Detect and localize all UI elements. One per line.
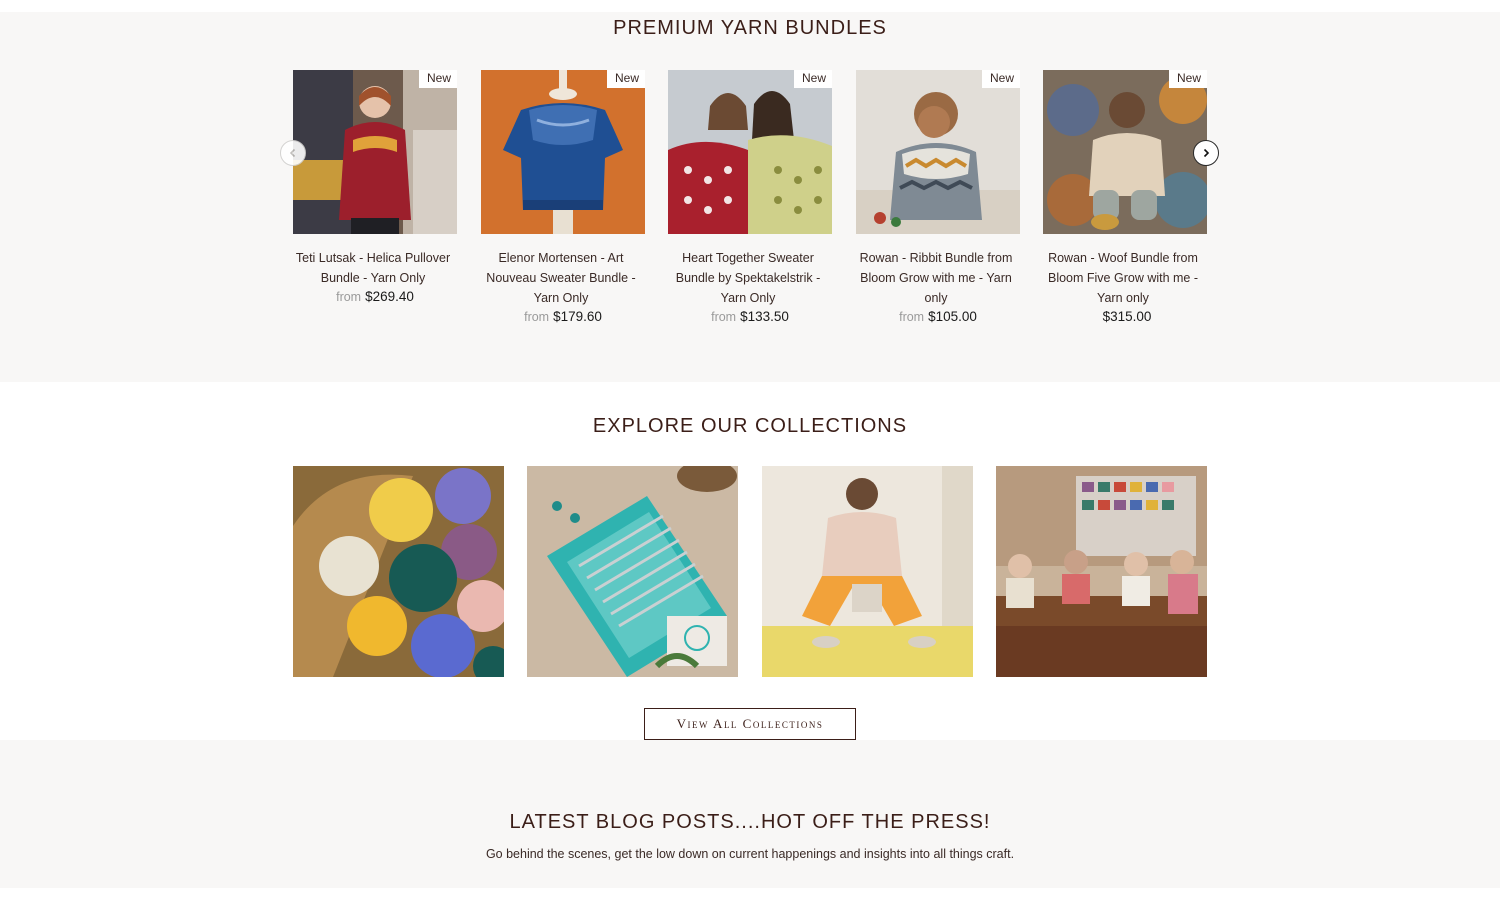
premium-yarn-bundles-section: PREMIUM YARN BUNDLES New Teti Lutsak - H… <box>0 12 1500 382</box>
collection-tile-workshops[interactable] <box>996 466 1207 677</box>
explore-collections-section: EXPLORE OUR COLLECTIONS View All Collect… <box>0 382 1500 740</box>
product-image[interactable]: New <box>668 70 832 234</box>
new-badge: New <box>418 70 457 88</box>
product-name[interactable]: Teti Lutsak - Helica Pullover Bundle - Y… <box>291 248 455 288</box>
product-card[interactable]: New Rowan - Ribbit Bundle from Bloom Gro… <box>856 70 1020 324</box>
product-image-heart-together <box>668 70 832 234</box>
section-title-bundles: PREMIUM YARN BUNDLES <box>613 17 887 39</box>
product-image-woof <box>1043 70 1207 234</box>
product-image-ribbit <box>856 70 1020 234</box>
product-price-row: from $179.60 <box>481 309 645 324</box>
product-image[interactable]: New <box>1043 70 1207 234</box>
price-from-label: from <box>899 310 925 324</box>
view-all-collections-button[interactable]: View All Collections <box>644 708 856 740</box>
product-price-row: from $269.40 <box>293 289 457 304</box>
price-from-label: from <box>524 310 550 324</box>
product-price: $105.00 <box>928 309 977 324</box>
product-image[interactable]: New <box>293 70 457 234</box>
section-title-blog: LATEST BLOG POSTS....HOT OFF THE PRESS! <box>509 811 991 833</box>
product-name[interactable]: Heart Together Sweater Bundle by Spektak… <box>666 248 830 308</box>
top-band <box>0 0 1500 12</box>
chevron-right-icon <box>1203 148 1210 158</box>
collection-image-needles <box>527 466 738 677</box>
collection-image-workshops <box>996 466 1207 677</box>
product-image[interactable]: New <box>481 70 645 234</box>
collection-tile-patterns[interactable] <box>762 466 973 677</box>
carousel-next-button[interactable] <box>1193 140 1219 166</box>
blog-subtitle: Go behind the scenes, get the low down o… <box>485 847 1015 861</box>
new-badge: New <box>793 70 832 88</box>
product-card[interactable]: New Heart Together Sweater Bundle by Spe… <box>668 70 832 324</box>
new-badge: New <box>981 70 1020 88</box>
product-price: $269.40 <box>365 289 414 304</box>
product-price-row: from $133.50 <box>668 309 832 324</box>
collection-image-patterns <box>762 466 973 677</box>
product-image-helica <box>293 70 457 234</box>
section-title-collections: EXPLORE OUR COLLECTIONS <box>592 415 908 437</box>
product-image[interactable]: New <box>856 70 1020 234</box>
price-from-label: from <box>711 310 737 324</box>
product-price: $315.00 <box>1102 309 1152 324</box>
product-name[interactable]: Elenor Mortensen - Art Nouveau Sweater B… <box>479 248 643 308</box>
product-price-row: $315.00 <box>1043 309 1207 324</box>
product-card[interactable]: New Teti Lutsak - Helica Pullover Bundle… <box>293 70 457 304</box>
product-name[interactable]: Rowan - Woof Bundle from Bloom Five Grow… <box>1041 248 1205 308</box>
product-name[interactable]: Rowan - Ribbit Bundle from Bloom Grow wi… <box>854 248 1018 308</box>
collection-tile-needles[interactable] <box>527 466 738 677</box>
product-card[interactable]: New Rowan - Woof Bundle from Bloom Five … <box>1043 70 1207 324</box>
bottom-band <box>0 888 1500 900</box>
product-card[interactable]: New Elenor Mortensen - Art Nouveau Sweat… <box>481 70 645 324</box>
product-price: $133.50 <box>740 309 789 324</box>
carousel-prev-button[interactable] <box>280 140 306 166</box>
new-badge: New <box>606 70 645 88</box>
price-from-label: from <box>336 290 362 304</box>
collection-tile-yarn[interactable] <box>293 466 504 677</box>
chevron-left-icon <box>289 148 296 158</box>
new-badge: New <box>1168 70 1207 88</box>
latest-blog-section: LATEST BLOG POSTS....HOT OFF THE PRESS! … <box>0 740 1500 888</box>
product-price: $179.60 <box>553 309 602 324</box>
collection-image-yarn <box>293 466 504 677</box>
product-price-row: from $105.00 <box>856 309 1020 324</box>
product-image-art-nouveau <box>481 70 645 234</box>
